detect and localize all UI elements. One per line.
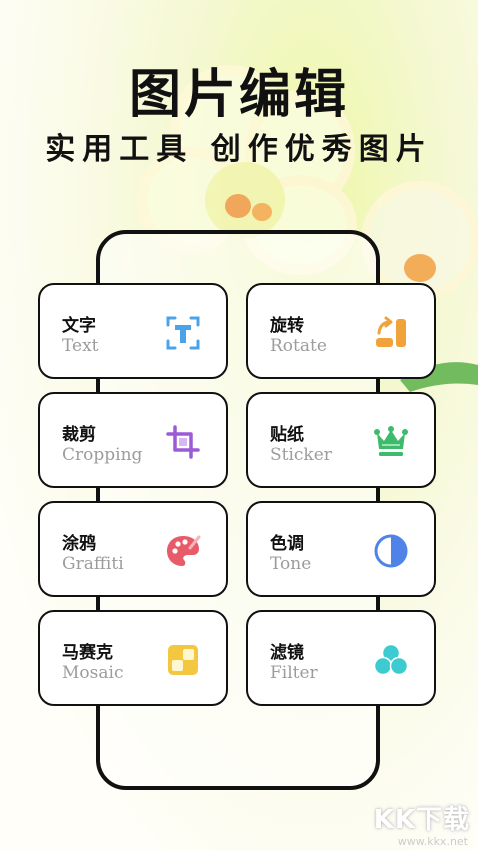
tool-filter-card[interactable]: 滤镜 Filter xyxy=(246,610,436,706)
tool-label-en: Cropping xyxy=(62,445,143,465)
tool-label-en: Rotate xyxy=(270,336,327,356)
tool-label-en: Mosaic xyxy=(62,663,124,683)
tool-text-card[interactable]: 文字 Text xyxy=(38,283,228,379)
tool-label-cn: 旋转 xyxy=(270,316,304,336)
tool-label-cn: 色调 xyxy=(270,534,304,554)
text-icon xyxy=(164,314,202,352)
tool-label-cn: 马赛克 xyxy=(62,643,113,663)
tool-mosaic-card[interactable]: 马赛克 Mosaic xyxy=(38,610,228,706)
tool-graffiti-card[interactable]: 涂鸦 Graffiti xyxy=(38,501,228,597)
mosaic-icon xyxy=(164,641,202,679)
tool-label-cn: 涂鸦 xyxy=(62,534,96,554)
tool-sticker-card[interactable]: 贴纸 Sticker xyxy=(246,392,436,488)
crop-icon xyxy=(164,423,202,461)
watermark-url: www.kkx.net xyxy=(397,835,468,848)
tool-label-en: Text xyxy=(62,336,99,356)
tool-label-en: Tone xyxy=(270,554,312,574)
rotate-icon xyxy=(372,314,410,352)
tool-rotate-card[interactable]: 旋转 Rotate xyxy=(246,283,436,379)
filter-icon xyxy=(372,641,410,679)
tool-label-en: Filter xyxy=(270,663,318,683)
palette-icon xyxy=(164,532,202,570)
tool-label-cn: 裁剪 xyxy=(62,425,96,445)
watermark-logo: KK下载 xyxy=(373,805,470,835)
page-title: 图片编辑 xyxy=(128,65,349,125)
tone-icon xyxy=(372,532,410,570)
tool-tone-card[interactable]: 色调 Tone xyxy=(246,501,436,597)
tool-label-cn: 滤镜 xyxy=(270,643,304,663)
tool-label-en: Sticker xyxy=(270,445,332,465)
tool-label-en: Graffiti xyxy=(62,554,124,574)
tool-label-cn: 贴纸 xyxy=(270,425,304,445)
crown-icon xyxy=(372,423,410,461)
tool-crop-card[interactable]: 裁剪 Cropping xyxy=(38,392,228,488)
page-subtitle: 实用工具 创作优秀图片 xyxy=(45,132,433,167)
tool-label-cn: 文字 xyxy=(62,316,96,336)
